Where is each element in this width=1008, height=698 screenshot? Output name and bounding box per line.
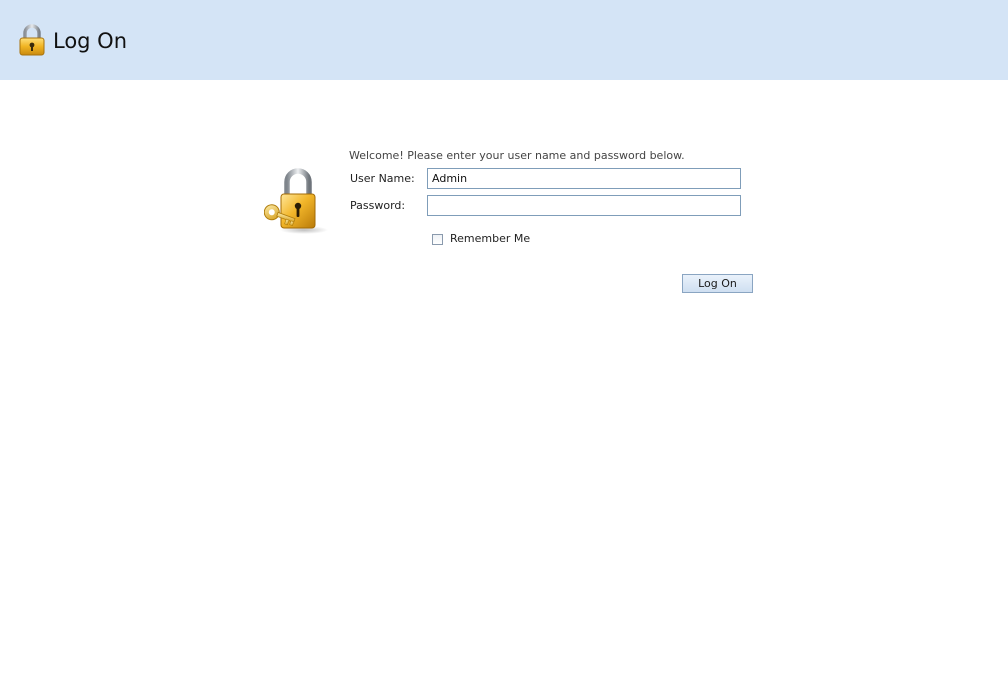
- page-header: Log On: [0, 0, 1008, 80]
- remember-me-checkbox[interactable]: [432, 233, 443, 245]
- username-label: User Name:: [350, 172, 415, 185]
- lock-with-key-icon: [264, 168, 328, 234]
- page-title: Log On: [53, 29, 128, 53]
- welcome-message: Welcome! Please enter your user name and…: [349, 149, 685, 162]
- remember-me-label[interactable]: Remember Me: [450, 231, 530, 247]
- password-field[interactable]: [427, 195, 741, 216]
- username-field[interactable]: [427, 168, 741, 189]
- password-label: Password:: [350, 199, 406, 212]
- remember-me-row[interactable]: Remember Me: [432, 231, 530, 247]
- lock-icon: [19, 24, 45, 56]
- log-on-button[interactable]: Log On: [682, 274, 753, 293]
